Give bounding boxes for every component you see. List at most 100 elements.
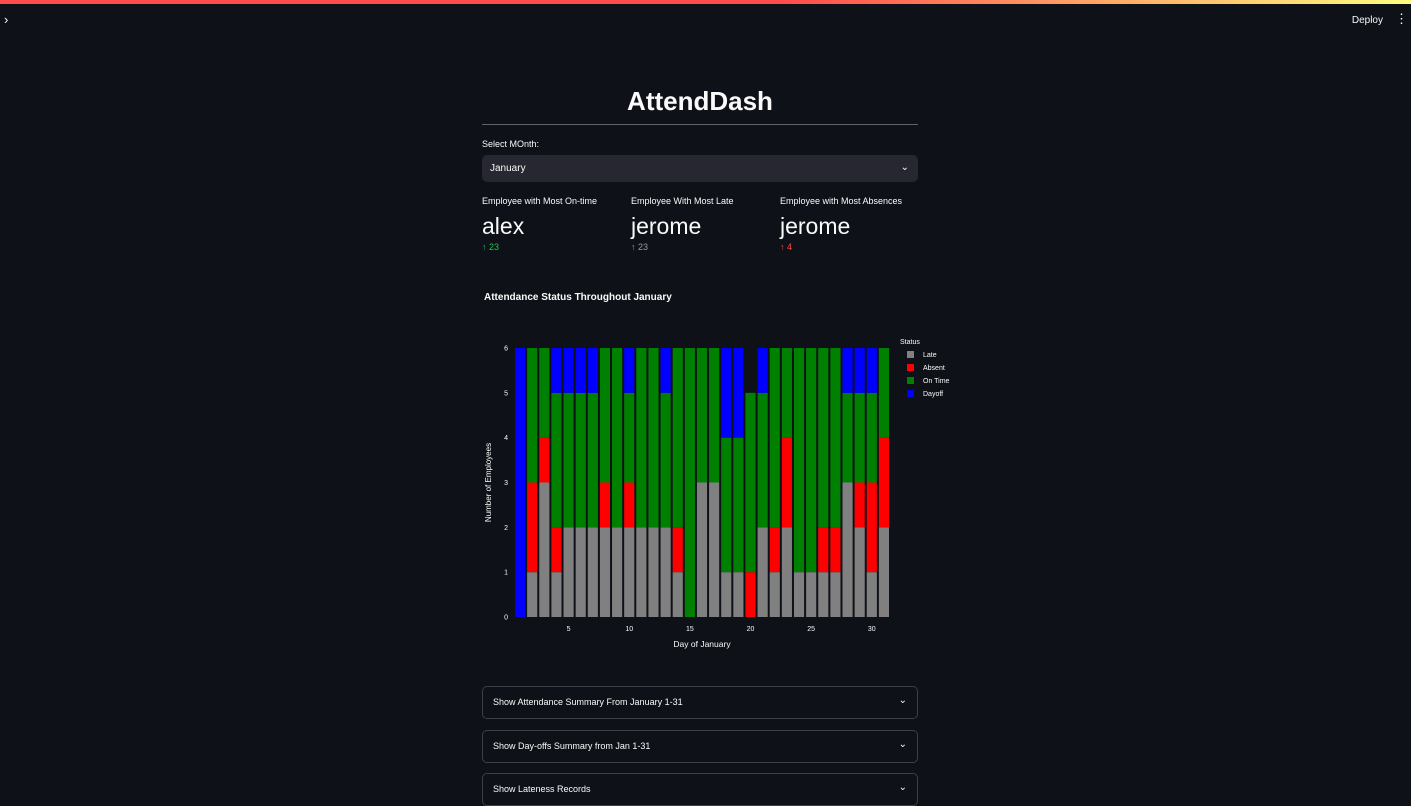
bar-on-time-day-8 [599, 348, 611, 483]
bar-late-day-9 [612, 527, 623, 617]
bar-on-time-day-24 [793, 348, 805, 573]
app-header: › Deploy ⋮ [0, 4, 1411, 36]
bar-absent-day-27 [830, 527, 841, 573]
bar-on-time-day-17 [709, 348, 720, 483]
metric-most-late: Employee With Most Late jerome ↑ 23 [631, 196, 771, 252]
bar-dayoff-day-29 [854, 348, 865, 393]
bar-late-day-21 [757, 527, 768, 617]
bar-absent-day-30 [866, 482, 877, 573]
bar-absent-day-26 [818, 527, 829, 573]
bar-late-day-25 [806, 572, 817, 617]
expander-dayoffs-summary[interactable]: Show Day-offs Summary from Jan 1-31 ⌄ [482, 730, 918, 763]
month-select[interactable]: January ⌄ [482, 155, 918, 182]
chevron-down-icon: ⌄ [900, 162, 909, 173]
legend-title: Status [900, 339, 920, 346]
bar-absent-day-4 [551, 527, 562, 573]
bar-late-day-29 [854, 527, 865, 617]
bar-late-day-11 [636, 527, 647, 617]
bar-on-time-day-30 [866, 392, 877, 483]
bar-on-time-day-19 [733, 437, 744, 573]
bar-late-day-31 [878, 527, 889, 617]
legend-label: Dayoff [923, 391, 943, 398]
bar-absent-day-3 [539, 437, 550, 483]
legend-label: Late [923, 352, 937, 359]
expander-label: Show Lateness Records [493, 784, 591, 794]
page-title: AttendDash [627, 86, 773, 116]
bar-on-time-day-3 [539, 348, 550, 438]
metric-label: Employee with Most On-time [482, 196, 598, 206]
bar-dayoff-day-13 [660, 348, 671, 393]
y-tick-label: 0 [504, 615, 508, 622]
metric-label: Employee With Most Late [631, 196, 734, 206]
bar-on-time-day-29 [854, 392, 865, 483]
bar-late-day-23 [781, 527, 792, 617]
more-options-icon[interactable]: ⋮ [1395, 12, 1408, 25]
bar-on-time-day-21 [757, 392, 768, 528]
metric-delta: ↑ 4 [780, 242, 793, 252]
bar-absent-day-20 [745, 572, 756, 617]
y-tick-label: 6 [504, 346, 508, 353]
legend-swatch-absent [907, 364, 914, 371]
metric-value: jerome [631, 213, 702, 239]
bar-dayoff-day-21 [757, 348, 768, 393]
bar-on-time-day-23 [781, 348, 792, 438]
bar-on-time-day-22 [769, 348, 780, 528]
bar-on-time-day-25 [806, 348, 817, 573]
bar-late-day-22 [769, 572, 780, 617]
bar-late-day-16 [696, 482, 708, 617]
bar-dayoff-day-19 [733, 348, 744, 438]
bar-late-day-3 [539, 482, 550, 617]
bar-absent-day-10 [624, 482, 635, 528]
bar-absent-day-29 [854, 482, 865, 528]
legend-swatch-late [907, 351, 914, 358]
bar-dayoff-day-1 [515, 348, 526, 617]
y-tick-label: 1 [504, 570, 508, 577]
x-tick-label: 15 [686, 626, 694, 633]
deploy-button[interactable]: Deploy [1352, 15, 1383, 26]
chevron-down-icon: ⌄ [898, 739, 907, 750]
metric-value: jerome [780, 213, 851, 239]
y-tick-label: 3 [504, 480, 508, 487]
bar-late-day-28 [842, 482, 853, 617]
bar-on-time-day-15 [684, 348, 695, 617]
legend-swatch-dayoff [907, 390, 914, 397]
bar-late-day-7 [587, 527, 598, 617]
title-divider [482, 124, 918, 125]
bar-late-day-24 [793, 572, 805, 617]
bar-on-time-day-2 [527, 348, 538, 483]
metric-label: Employee with Most Absences [780, 196, 903, 206]
bar-on-time-day-20 [745, 392, 756, 573]
bar-on-time-day-6 [575, 392, 586, 528]
bar-dayoff-day-30 [866, 348, 877, 393]
expander-attendance-summary[interactable]: Show Attendance Summary From January 1-3… [482, 686, 918, 719]
expander-lateness-records[interactable]: Show Lateness Records ⌄ [482, 773, 918, 806]
bar-late-day-4 [551, 572, 562, 617]
bar-late-day-8 [599, 527, 611, 617]
expander-label: Show Attendance Summary From January 1-3… [493, 697, 683, 707]
bar-late-day-19 [733, 572, 744, 617]
bar-dayoff-day-4 [551, 348, 562, 393]
y-tick-label: 4 [504, 435, 508, 442]
month-select-label: Select MOnth: [482, 139, 540, 149]
bar-late-day-5 [563, 527, 574, 617]
bar-on-time-day-14 [672, 348, 683, 528]
bar-dayoff-day-18 [721, 348, 732, 438]
bar-on-time-day-10 [624, 392, 635, 483]
y-tick-label: 2 [504, 525, 508, 532]
attendance-chart: 0 1 2 3 4 5 6 5 10 15 20 25 30 Day of January Number o… [484, 339, 950, 649]
bar-late-day-17 [709, 482, 720, 617]
bar-dayoff-day-28 [842, 348, 853, 393]
legend-label: Absent [923, 365, 945, 372]
y-tick-label: 5 [504, 390, 508, 397]
x-tick-label: 20 [747, 626, 755, 633]
bar-on-time-day-7 [587, 392, 598, 528]
chart-title: Attendance Status Throughout January [484, 292, 672, 303]
bar-absent-day-14 [672, 527, 683, 573]
bar-on-time-day-11 [636, 348, 647, 528]
bar-absent-day-22 [769, 527, 780, 573]
legend-swatch-on-time [907, 377, 914, 384]
chevron-right-icon[interactable]: › [4, 12, 8, 27]
bar-on-time-day-13 [660, 392, 671, 528]
bar-on-time-day-27 [830, 348, 841, 528]
chevron-down-icon: ⌄ [898, 782, 907, 793]
